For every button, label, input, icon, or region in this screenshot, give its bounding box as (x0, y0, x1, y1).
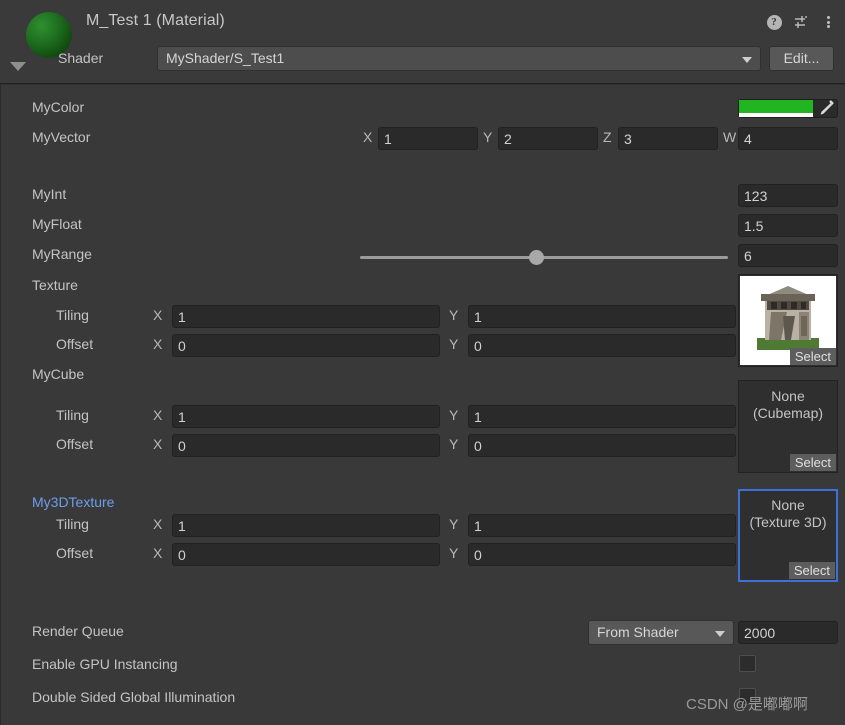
inspector-header: M_Test 1 (Material) ? Shader MyShader/S_… (0, 0, 845, 84)
myvector-label: MyVector (32, 129, 91, 145)
texture-1-offset-x-input[interactable]: 0 (172, 434, 440, 457)
texture-1-label: MyCube (32, 366, 85, 382)
gpu-instancing-label: Enable GPU Instancing (32, 656, 178, 672)
texture-2-offset-label: Offset (56, 545, 94, 561)
myfloat-label: MyFloat (32, 216, 82, 232)
texture-2-tiling-y-letter: Y (449, 516, 459, 532)
texture-1-offset-label: Offset (56, 436, 94, 452)
myvector-w-letter: W (723, 129, 737, 145)
double-sided-gi-checkbox[interactable] (739, 688, 756, 705)
render-queue-dropdown-value: From Shader (597, 624, 679, 640)
texture-1-offset-y-letter: Y (449, 436, 459, 452)
texture-1-tiling-x-input[interactable]: 1 (172, 405, 440, 428)
texture-2-tiling-x-letter: X (153, 516, 163, 532)
page-title: M_Test 1 (Material) (86, 12, 225, 29)
myrange-label: MyRange (32, 246, 92, 262)
texture-0-label: Texture (32, 277, 78, 293)
myrange-input[interactable]: 6 (738, 244, 838, 267)
texture-1-tiling-y-input[interactable]: 1 (468, 405, 736, 428)
render-queue-input[interactable]: 2000 (738, 621, 838, 644)
texture-2-label: My3DTexture (32, 494, 115, 510)
texture-0-tiling-y-input[interactable]: 1 (468, 305, 736, 328)
myvector-y-input[interactable]: 2 (498, 127, 598, 150)
double-sided-gi-label: Double Sided Global Illumination (32, 689, 236, 705)
texture-0-tiling-label: Tiling (56, 307, 89, 323)
texture-1-offset-y-input[interactable]: 0 (468, 434, 736, 457)
chevron-down-icon (742, 57, 752, 63)
texture-0-tiling-y-letter: Y (449, 307, 459, 323)
material-properties-panel: MyColor MyVector X 1 Y 2 Z 3 W 4 MyInt 1… (0, 84, 845, 725)
texture-1-tiling-x-letter: X (153, 407, 163, 423)
color-swatch-alpha (739, 112, 813, 117)
myvector-z-input[interactable]: 3 (618, 127, 718, 150)
texture-2-offset-y-input[interactable]: 0 (468, 543, 736, 566)
texture-2-tiling-y-input[interactable]: 1 (468, 514, 736, 537)
texture-1-type-text: (Cubemap) (752, 405, 824, 421)
myvector-z-letter: Z (603, 129, 612, 145)
shader-dropdown[interactable]: MyShader/S_Test1 (157, 46, 761, 71)
myvector-y-letter: Y (483, 129, 493, 145)
shader-dropdown-value: MyShader/S_Test1 (166, 50, 285, 66)
texture-0-offset-y-input[interactable]: 0 (468, 334, 736, 357)
texture-0-tiling-x-input[interactable]: 1 (172, 305, 440, 328)
eyedropper-icon[interactable] (813, 100, 837, 117)
texture-1-none-text: None (771, 388, 805, 404)
shader-label: Shader (58, 50, 104, 66)
texture-2-offset-y-letter: Y (449, 545, 459, 561)
color-swatch-rgb (739, 100, 813, 113)
color-swatch (739, 100, 813, 117)
myint-label: MyInt (32, 186, 67, 202)
texture-2-type-text: (Texture 3D) (749, 514, 827, 530)
texture-2-offset-x-input[interactable]: 0 (172, 543, 440, 566)
texture-0-offset-label: Offset (56, 336, 94, 352)
mycolor-field[interactable] (738, 99, 838, 118)
texture-0-offset-x-letter: X (153, 336, 163, 352)
texture-1-object-field[interactable]: None (Cubemap) Select (738, 380, 838, 473)
myrange-slider-handle[interactable] (529, 250, 545, 265)
texture-2-object-field[interactable]: None (Texture 3D) Select (738, 489, 838, 582)
texture-2-select-button[interactable]: Select (788, 562, 835, 579)
gpu-instancing-checkbox[interactable] (739, 655, 756, 672)
header-icon-group: ? (765, 13, 837, 31)
texture-0-select-button[interactable]: Select (789, 348, 836, 365)
myfloat-input[interactable]: 1.5 (738, 214, 838, 237)
render-queue-label: Render Queue (32, 623, 124, 639)
texture-0-offset-y-letter: Y (449, 336, 459, 352)
help-icon[interactable]: ? (765, 13, 783, 31)
texture-2-offset-x-letter: X (153, 545, 163, 561)
render-queue-dropdown[interactable]: From Shader (588, 620, 734, 645)
myvector-x-input[interactable]: 1 (378, 127, 478, 150)
kebab-menu-icon[interactable] (819, 13, 837, 31)
unity-material-inspector: M_Test 1 (Material) ? Shader MyShader/S_… (0, 0, 845, 725)
texture-0-offset-x-input[interactable]: 0 (172, 334, 440, 357)
texture-1-tiling-y-letter: Y (449, 407, 459, 423)
texture-1-tiling-label: Tiling (56, 407, 89, 423)
texture-2-tiling-label: Tiling (56, 516, 89, 532)
myint-input[interactable]: 123 (738, 184, 838, 207)
myvector-x-letter: X (363, 129, 373, 145)
chevron-down-icon (715, 631, 725, 637)
mycolor-label: MyColor (32, 99, 85, 115)
texture-1-offset-x-letter: X (153, 436, 163, 452)
preset-icon[interactable] (792, 13, 810, 31)
texture-2-tiling-x-input[interactable]: 1 (172, 514, 440, 537)
myrange-slider[interactable] (360, 250, 728, 265)
texture-0-tiling-x-letter: X (153, 307, 163, 323)
edit-shader-button[interactable]: Edit... (769, 46, 834, 71)
shader-row: Shader MyShader/S_Test1 Edit... (0, 46, 845, 72)
texture-2-none-text: None (771, 497, 805, 513)
myvector-w-input[interactable]: 4 (738, 127, 838, 150)
texture-1-select-button[interactable]: Select (789, 454, 836, 471)
texture-0-object-field[interactable]: Select (738, 274, 838, 367)
